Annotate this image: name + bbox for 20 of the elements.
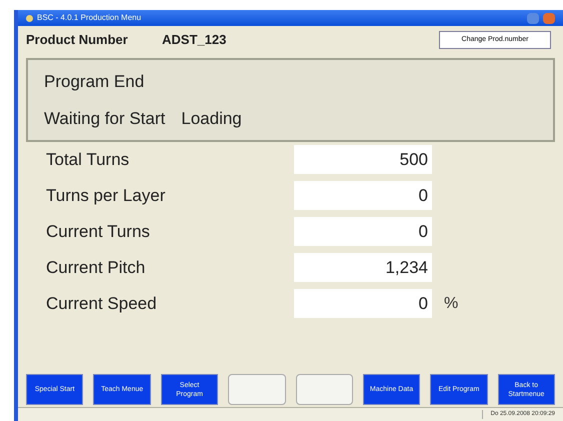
close-button[interactable] <box>543 12 555 24</box>
field-label: Current Turns <box>46 220 151 243</box>
value-field: 500 <box>294 145 432 174</box>
value-field: 0 <box>294 289 432 318</box>
field-label: Current Pitch <box>46 256 146 279</box>
field-label: Turns per Layer <box>46 184 166 207</box>
field-label: Total Turns <box>46 148 130 171</box>
minimize-button[interactable] <box>527 12 539 24</box>
value-field: 1,234 <box>294 253 432 282</box>
value-field: 0 <box>294 217 432 246</box>
status-text: Loading <box>181 108 242 130</box>
product-number-label: Product Number <box>26 31 129 50</box>
status-text: Waiting for Start <box>44 108 166 130</box>
product-number-value: ADST_123 <box>162 31 226 50</box>
unit-text: % <box>444 294 458 314</box>
field-label: Current Speed <box>46 292 158 315</box>
status-text: Program End <box>44 70 144 92</box>
value-field: 0 <box>294 181 432 210</box>
app-icon <box>26 14 33 22</box>
window-title: BSC - 4.0.1 Production Menu <box>37 12 142 24</box>
